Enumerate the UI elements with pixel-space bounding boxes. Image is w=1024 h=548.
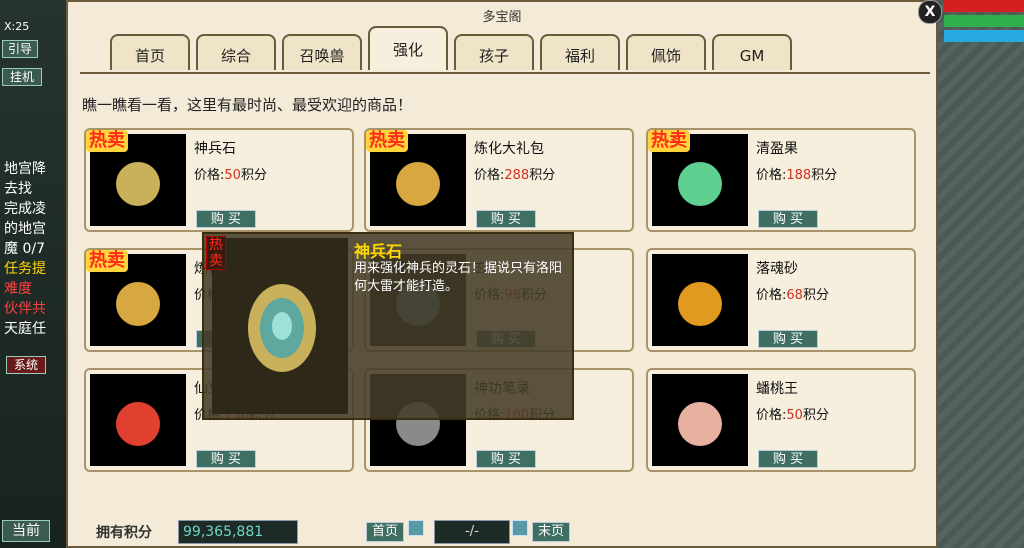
item-price: 价格:188积分 bbox=[756, 164, 837, 183]
item-price: 价格:68积分 bbox=[756, 284, 829, 303]
tab-2[interactable]: 召唤兽 bbox=[282, 34, 362, 70]
points-value: 99,365,881 bbox=[178, 520, 298, 544]
shop-item-card: 热卖 神兵石 价格:50积分购 买 bbox=[84, 128, 354, 232]
points-label: 拥有积分 bbox=[96, 525, 152, 541]
price-label: 价格: bbox=[756, 288, 787, 303]
price-value: 50 bbox=[786, 408, 803, 423]
item-name: 蟠桃王 bbox=[756, 381, 798, 397]
item-price: 价格:288积分 bbox=[474, 164, 555, 183]
quest-line: 地宫降 bbox=[4, 161, 46, 177]
item-image bbox=[90, 374, 186, 466]
item-image bbox=[652, 254, 748, 346]
panel-title: 多宝阁 bbox=[482, 10, 522, 25]
current-channel-button[interactable]: 当前 bbox=[2, 520, 50, 542]
shop-item-card: 热卖 炼化大礼包 价格:288积分购 买 bbox=[364, 128, 634, 232]
last-page-button[interactable]: 末页 bbox=[532, 522, 570, 542]
quest-line: 任务提 bbox=[4, 261, 46, 277]
promo-text: 瞧一瞧看一看，这里有最时尚、最受欢迎的商品！ bbox=[82, 96, 413, 114]
system-button[interactable]: 系统 bbox=[6, 356, 46, 374]
quest-line: 难度 bbox=[4, 281, 32, 297]
price-value: 288 bbox=[504, 168, 530, 183]
price-unit: 积分 bbox=[802, 288, 829, 303]
buy-button[interactable]: 购 买 bbox=[476, 210, 536, 228]
buy-button[interactable]: 购 买 bbox=[758, 330, 818, 348]
tab-4[interactable]: 孩子 bbox=[454, 34, 534, 70]
prev-page-icon[interactable] bbox=[408, 520, 424, 536]
price-unit: 积分 bbox=[240, 168, 267, 183]
tooltip-hot-badge: 热卖 bbox=[206, 236, 226, 270]
quest-line: 去找 bbox=[4, 181, 32, 197]
buy-button[interactable]: 购 买 bbox=[758, 450, 818, 468]
tooltip-item-image bbox=[212, 238, 348, 414]
guide-button[interactable]: 引导 bbox=[2, 40, 38, 58]
tab-3[interactable]: 强化 bbox=[368, 26, 448, 70]
item-name: 清盈果 bbox=[756, 141, 798, 157]
tab-divider bbox=[80, 72, 930, 74]
price-label: 价格: bbox=[756, 168, 787, 183]
shop-item-card: 落魂砂 价格:68积分购 买 bbox=[646, 248, 916, 352]
item-image bbox=[652, 374, 748, 466]
price-value: 68 bbox=[786, 288, 803, 303]
hot-badge: 热卖 bbox=[648, 130, 690, 152]
price-label: 价格: bbox=[756, 408, 787, 423]
price-unit: 积分 bbox=[811, 168, 838, 183]
price-label: 价格: bbox=[194, 168, 225, 183]
buy-button[interactable]: 购 买 bbox=[196, 450, 256, 468]
next-page-icon[interactable] bbox=[512, 520, 528, 536]
idle-button[interactable]: 挂机 bbox=[2, 68, 42, 86]
treasure-shop-panel: 多宝阁 X 首页 综合 召唤兽 强化 孩子 福利 佩饰 GM 瞧一瞧看一看，这里有最时尚、最受… bbox=[66, 0, 942, 548]
coords-readout: X:25 bbox=[4, 20, 30, 33]
right-game-scene bbox=[938, 0, 1024, 548]
item-tooltip: 热卖 神兵石 用来强化神兵的灵石！据说只有洛阳何大雷才能打造。 bbox=[202, 232, 574, 420]
tooltip-description: 用来强化神兵的灵石！据说只有洛阳何大雷才能打造。 bbox=[354, 261, 563, 294]
tab-7[interactable]: GM bbox=[712, 34, 792, 70]
hot-badge: 热卖 bbox=[86, 250, 128, 272]
tab-1[interactable]: 综合 bbox=[196, 34, 276, 70]
quest-line: 魔 0/7 bbox=[4, 241, 45, 257]
close-button[interactable]: X bbox=[918, 0, 942, 24]
buy-button[interactable]: 购 买 bbox=[476, 450, 536, 468]
item-price: 价格:50积分 bbox=[194, 164, 267, 183]
quest-line: 的地宫 bbox=[4, 221, 46, 237]
hot-badge: 热卖 bbox=[366, 130, 408, 152]
mp-bar bbox=[944, 15, 1024, 27]
item-name: 神兵石 bbox=[194, 141, 236, 157]
quest-line: 完成凌 bbox=[4, 201, 46, 217]
status-bars bbox=[944, 0, 1024, 45]
first-page-button[interactable]: 首页 bbox=[366, 522, 404, 542]
tab-5[interactable]: 福利 bbox=[540, 34, 620, 70]
price-label: 价格: bbox=[474, 168, 505, 183]
price-unit: 积分 bbox=[529, 168, 556, 183]
tooltip-title: 神兵石 bbox=[354, 242, 403, 261]
hot-badge: 热卖 bbox=[86, 130, 128, 152]
price-value: 50 bbox=[224, 168, 241, 183]
quest-line: 天庭任 bbox=[4, 321, 46, 337]
buy-button[interactable]: 购 买 bbox=[196, 210, 256, 228]
tab-6[interactable]: 佩饰 bbox=[626, 34, 706, 70]
price-unit: 积分 bbox=[802, 408, 829, 423]
item-name: 落魂砂 bbox=[756, 261, 798, 277]
page-indicator: -/- bbox=[434, 520, 510, 544]
buy-button[interactable]: 购 买 bbox=[758, 210, 818, 228]
item-price: 价格:50积分 bbox=[756, 404, 829, 423]
item-name: 炼化大礼包 bbox=[474, 141, 544, 157]
hp-bar bbox=[944, 0, 1024, 12]
shop-item-card: 热卖 清盈果 价格:188积分购 买 bbox=[646, 128, 916, 232]
price-value: 188 bbox=[786, 168, 812, 183]
sp-bar bbox=[944, 30, 1024, 42]
quest-line: 伙伴共 bbox=[4, 301, 46, 317]
left-hud: X:25 引导 挂机 地宫降去找完成凌的地宫魔 0/7 任务提难度伙伴共天庭任 系… bbox=[0, 0, 66, 548]
shop-item-card: 蟠桃王 价格:50积分购 买 bbox=[646, 368, 916, 472]
tab-0[interactable]: 首页 bbox=[110, 34, 190, 70]
